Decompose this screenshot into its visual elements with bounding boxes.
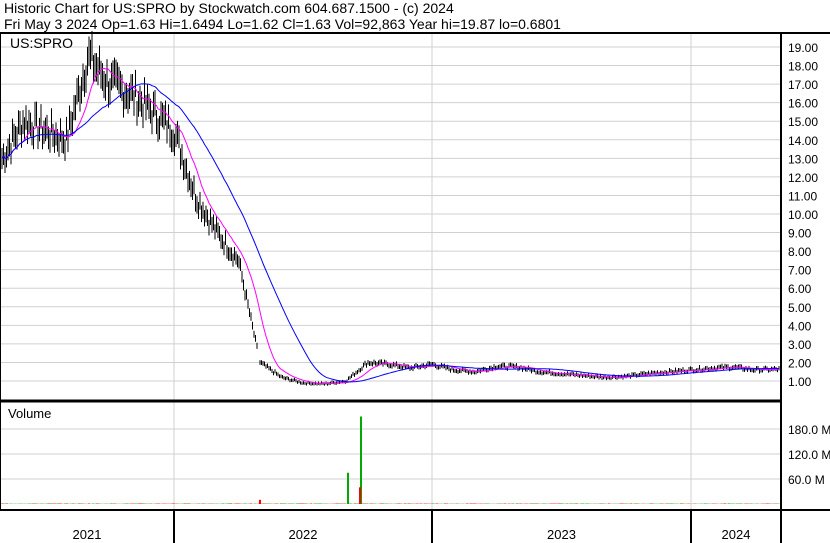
price-tick-label: 14.00 (788, 134, 818, 148)
price-tick-label: 3.00 (788, 338, 812, 352)
chart-canvas: 19.00 18.00 17.00 16.00 15.00 14.00 13.00 12.00… (0, 30, 830, 543)
price-tick-label: 4.00 (788, 319, 812, 333)
volume-spike (347, 472, 349, 504)
price-tick-label: 6.00 (788, 282, 812, 296)
year-label: 2024 (722, 527, 751, 542)
volume-label: Volume (8, 406, 51, 421)
price-tick-label: 13.00 (788, 152, 818, 166)
moving-average-line (1, 67, 779, 385)
price-tick-label: 5.00 (788, 301, 812, 315)
price-tick-label: 19.00 (788, 41, 818, 55)
stock-chart: Historic Chart for US:SPRO by Stockwatch… (0, 0, 830, 543)
price-tick-label: 10.00 (788, 208, 818, 222)
volume-tick-label: 180.0 M (788, 423, 830, 437)
year-label: 2022 (289, 527, 318, 542)
price-tick-label: 15.00 (788, 115, 818, 129)
volume-spike (359, 487, 361, 504)
volume-tick-label: 120.0 M (788, 448, 830, 462)
price-tick-label: 1.00 (788, 375, 812, 389)
price-tick-label: 8.00 (788, 245, 812, 259)
volume-tick-label: 60.0 M (788, 473, 825, 487)
price-tick-label: 18.00 (788, 60, 818, 74)
price-tick-label: 16.00 (788, 97, 818, 111)
volume-spike (259, 499, 261, 504)
price-tick-label: 2.00 (788, 356, 812, 370)
price-tick-label: 17.00 (788, 78, 818, 92)
price-tick-label: 9.00 (788, 227, 812, 241)
symbol-label: US:SPRO (10, 35, 73, 51)
year-label: 2023 (547, 527, 576, 542)
year-label: 2021 (73, 527, 102, 542)
price-tick-label: 7.00 (788, 264, 812, 278)
price-tick-label: 12.00 (788, 171, 818, 185)
price-tick-label: 11.00 (788, 189, 817, 203)
